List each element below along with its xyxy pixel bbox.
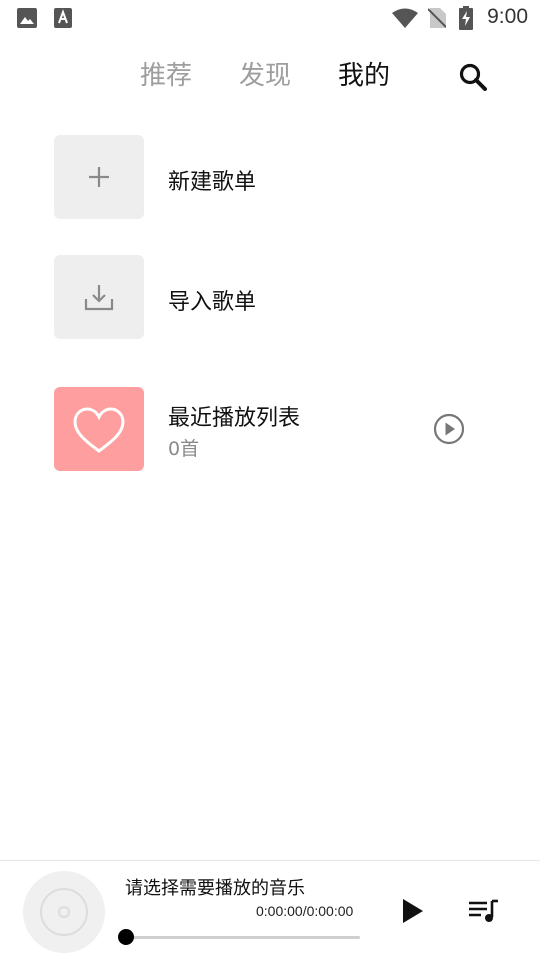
new-playlist-item[interactable]: 新建歌单: [54, 135, 494, 219]
wifi-icon: [392, 8, 418, 32]
recent-playlist-count: 0首: [168, 438, 200, 460]
battery-charging-icon: [458, 6, 474, 34]
progress-knob[interactable]: [118, 929, 134, 945]
download-icon: [84, 285, 114, 311]
tab-discover[interactable]: 发现: [239, 55, 291, 92]
recent-playlist-tile: [54, 387, 144, 471]
no-sim-icon: [427, 8, 447, 32]
plus-icon: [89, 167, 109, 187]
search-button[interactable]: [456, 60, 492, 96]
play-circle-icon: [433, 413, 465, 445]
now-playing-title: 请选择需要播放的音乐: [125, 878, 305, 899]
import-playlist-label: 导入歌单: [168, 290, 257, 315]
search-icon: [459, 63, 487, 91]
import-playlist-tile: [54, 255, 144, 339]
text-a-icon: [54, 8, 74, 28]
queue-music-icon: [469, 899, 498, 922]
play-icon: [403, 899, 423, 923]
tab-recommend[interactable]: 推荐: [140, 55, 192, 92]
play-button[interactable]: [394, 893, 430, 929]
import-playlist-item[interactable]: 导入歌单: [54, 255, 494, 339]
recent-playlist-title: 最近播放列表: [168, 406, 301, 431]
tab-mine[interactable]: 我的: [338, 55, 390, 92]
progress-slider[interactable]: [118, 929, 360, 945]
recent-playlist-item[interactable]: 最近播放列表 0首: [54, 387, 494, 471]
new-playlist-tile: [54, 135, 144, 219]
disc-icon: [23, 871, 105, 953]
queue-button[interactable]: [466, 893, 502, 929]
album-art[interactable]: [22, 870, 106, 954]
heart-icon: [73, 407, 125, 453]
status-time: 9:00: [487, 5, 528, 28]
status-bar: 9:00: [0, 0, 540, 36]
new-playlist-label: 新建歌单: [168, 170, 257, 195]
play-recent-button[interactable]: [432, 412, 466, 446]
mini-player: 请选择需要播放的音乐 0:00:00/0:00:00: [0, 860, 540, 961]
image-icon: [17, 8, 37, 28]
progress-track: [126, 936, 360, 939]
playback-time: 0:00:00/0:00:00: [256, 903, 354, 919]
